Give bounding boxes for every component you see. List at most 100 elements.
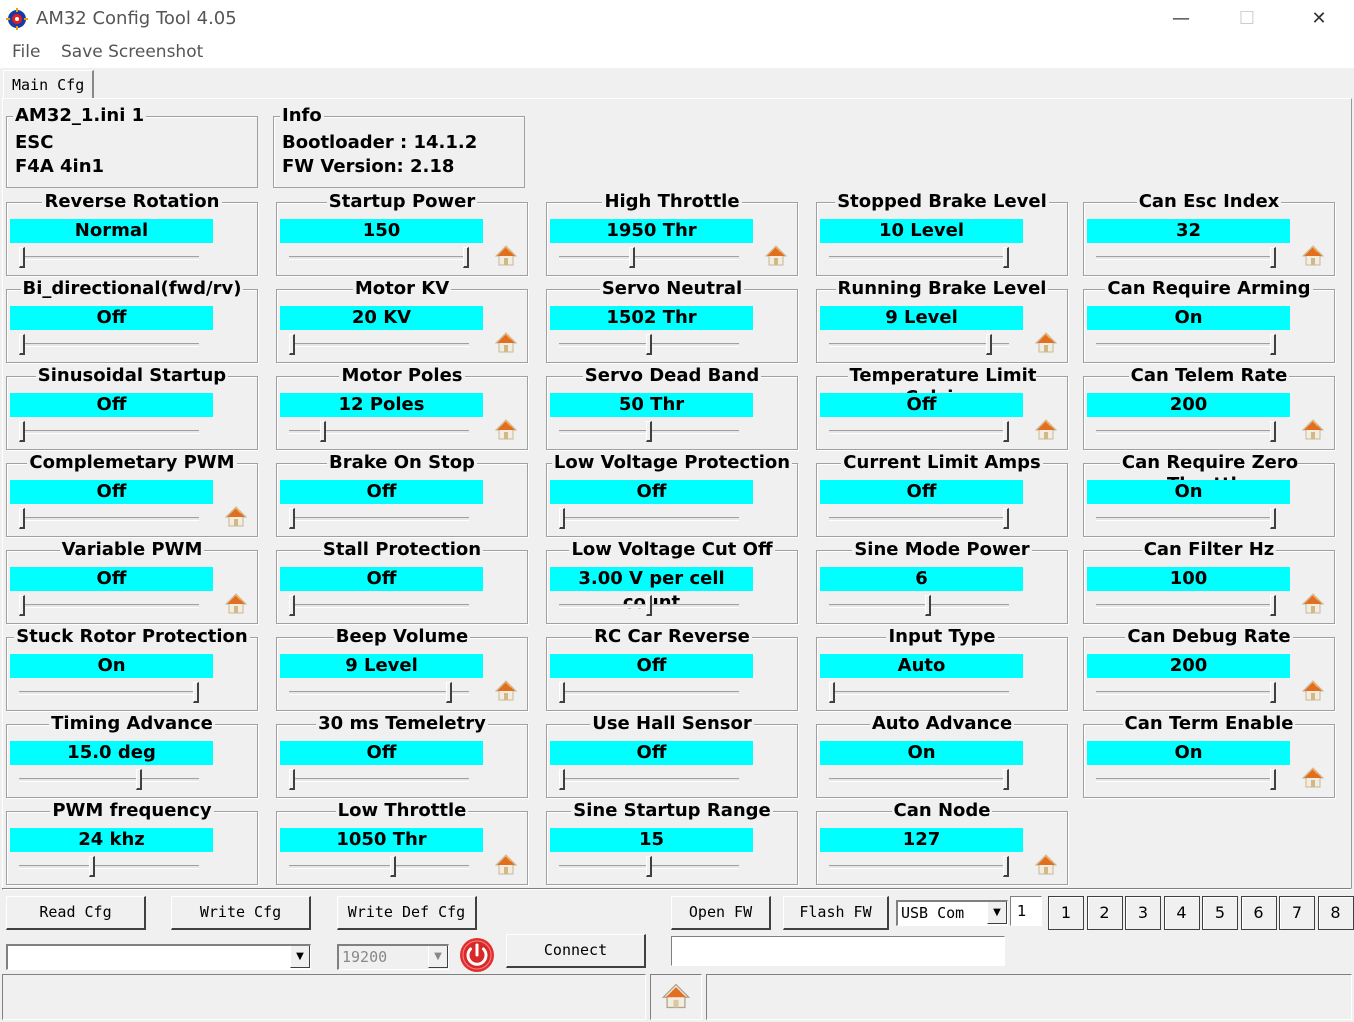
slider-track[interactable] [829, 430, 1009, 434]
slider-track[interactable] [289, 778, 469, 782]
menu-file[interactable]: File [12, 42, 40, 62]
slider-track[interactable] [829, 778, 1009, 782]
home-icon[interactable] [495, 419, 517, 441]
esc-number-button[interactable]: 2 [1086, 896, 1123, 930]
slider-track[interactable] [289, 343, 469, 347]
slider-track[interactable] [289, 517, 469, 521]
slider-thumb[interactable] [19, 595, 25, 616]
flash-fw-button[interactable]: Flash FW [783, 896, 889, 930]
home-icon[interactable] [1302, 245, 1324, 267]
write-cfg-button[interactable]: Write Cfg [171, 896, 311, 930]
slider-track[interactable] [1096, 604, 1276, 608]
open-fw-button[interactable]: Open FW [671, 896, 771, 930]
slider-thumb[interactable] [1003, 421, 1009, 442]
chevron-down-icon[interactable]: ▼ [290, 946, 310, 968]
slider-thumb[interactable] [1270, 508, 1276, 529]
menu-save-screenshot[interactable]: Save Screenshot [61, 42, 203, 62]
home-icon[interactable] [765, 245, 787, 267]
slider-thumb[interactable] [320, 421, 326, 442]
slider-track[interactable] [289, 865, 469, 869]
close-button[interactable]: ✕ [1304, 6, 1334, 32]
slider-thumb[interactable] [646, 334, 652, 355]
home-icon[interactable] [495, 854, 517, 876]
slider-thumb[interactable] [559, 769, 565, 790]
slider-track[interactable] [829, 604, 1009, 608]
esc-number-button[interactable]: 5 [1202, 896, 1238, 930]
esc-count-field[interactable]: 1 [1010, 896, 1042, 926]
slider-thumb[interactable] [1003, 247, 1009, 268]
esc-number-button[interactable]: 4 [1163, 896, 1200, 930]
write-def-cfg-button[interactable]: Write Def Cfg [337, 896, 477, 930]
slider-track[interactable] [19, 430, 199, 434]
slider-track[interactable] [289, 256, 469, 260]
slider-track[interactable] [829, 517, 1009, 521]
home-icon[interactable] [495, 680, 517, 702]
tab-main-cfg[interactable]: Main Cfg [3, 70, 95, 98]
maximize-button[interactable]: ☐ [1232, 6, 1262, 32]
slider-thumb[interactable] [1270, 682, 1276, 703]
slider-track[interactable] [19, 865, 199, 869]
slider-thumb[interactable] [829, 682, 835, 703]
slider-thumb[interactable] [19, 334, 25, 355]
baud-select[interactable]: 19200 ▼ [337, 944, 449, 970]
slider-track[interactable] [829, 691, 1009, 695]
power-icon[interactable] [458, 936, 496, 974]
slider-thumb[interactable] [1270, 769, 1276, 790]
slider-track[interactable] [19, 256, 199, 260]
slider-track[interactable] [559, 691, 739, 695]
home-icon[interactable] [1302, 419, 1324, 441]
slider-thumb[interactable] [1270, 421, 1276, 442]
esc-number-button[interactable]: 6 [1240, 896, 1277, 930]
slider-thumb[interactable] [986, 334, 992, 355]
home-icon[interactable] [1035, 854, 1057, 876]
slider-thumb[interactable] [1270, 247, 1276, 268]
com-port-select[interactable]: ▼ [6, 944, 311, 970]
slider-thumb[interactable] [289, 508, 295, 529]
slider-thumb[interactable] [89, 856, 95, 877]
slider-track[interactable] [19, 778, 199, 782]
slider-track[interactable] [559, 778, 739, 782]
slider-track[interactable] [1096, 343, 1276, 347]
slider-track[interactable] [559, 256, 739, 260]
esc-number-button[interactable]: 7 [1279, 896, 1315, 930]
slider-thumb[interactable] [19, 421, 25, 442]
port-type-select[interactable]: USB Com ▼ [896, 900, 1008, 926]
slider-thumb[interactable] [629, 247, 635, 268]
chevron-down-icon[interactable]: ▼ [428, 946, 448, 968]
slider-thumb[interactable] [19, 508, 25, 529]
slider-thumb[interactable] [289, 595, 295, 616]
slider-track[interactable] [289, 691, 469, 695]
chevron-down-icon[interactable]: ▼ [987, 902, 1007, 924]
slider-track[interactable] [289, 604, 469, 608]
slider-track[interactable] [829, 256, 1009, 260]
read-cfg-button[interactable]: Read Cfg [6, 896, 146, 930]
slider-track[interactable] [19, 604, 199, 608]
slider-thumb[interactable] [19, 247, 25, 268]
slider-thumb[interactable] [1270, 334, 1276, 355]
esc-number-button[interactable]: 3 [1125, 896, 1161, 930]
slider-track[interactable] [19, 691, 199, 695]
slider-track[interactable] [1096, 430, 1276, 434]
slider-thumb[interactable] [559, 508, 565, 529]
slider-track[interactable] [1096, 778, 1276, 782]
home-icon[interactable] [1302, 767, 1324, 789]
slider-thumb[interactable] [463, 247, 469, 268]
slider-track[interactable] [1096, 691, 1276, 695]
slider-thumb[interactable] [136, 769, 142, 790]
slider-track[interactable] [1096, 256, 1276, 260]
connect-button[interactable]: Connect [506, 934, 646, 968]
slider-thumb[interactable] [446, 682, 452, 703]
slider-thumb[interactable] [646, 856, 652, 877]
esc-number-button[interactable]: 1 [1048, 896, 1084, 930]
slider-thumb[interactable] [289, 769, 295, 790]
slider-thumb[interactable] [1003, 508, 1009, 529]
slider-thumb[interactable] [925, 595, 931, 616]
slider-track[interactable] [289, 430, 469, 434]
minimize-button[interactable]: — [1166, 6, 1196, 32]
slider-thumb[interactable] [646, 595, 652, 616]
home-icon[interactable] [1302, 680, 1324, 702]
slider-thumb[interactable] [390, 856, 396, 877]
esc-number-button[interactable]: 8 [1317, 896, 1354, 930]
home-icon[interactable] [225, 593, 247, 615]
slider-track[interactable] [829, 343, 1009, 347]
